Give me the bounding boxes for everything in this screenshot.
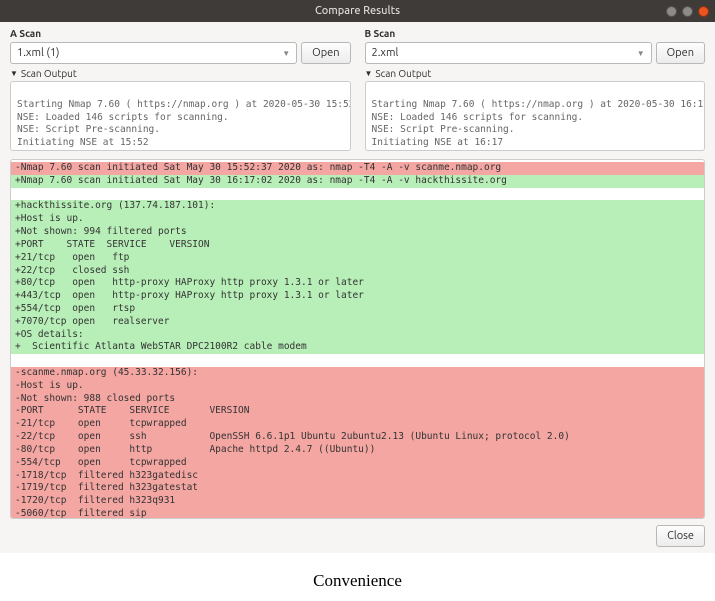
- b-scan-open-button[interactable]: Open: [656, 42, 705, 64]
- diff-line: +443/tcp open http-proxy HAProxy http pr…: [11, 290, 704, 303]
- a-scan-file-value: 1.xml (1): [17, 47, 60, 59]
- diff-line: -80/tcp open http Apache httpd 2.4.7 ((U…: [11, 444, 704, 457]
- diff-line: -scanme.nmap.org (45.33.32.156):: [11, 367, 704, 380]
- diff-line: +OS details:: [11, 329, 704, 342]
- a-scan-file-select[interactable]: 1.xml (1) ▼: [10, 42, 297, 64]
- diff-line: -Host is up.: [11, 380, 704, 393]
- chevron-down-icon: ▼: [282, 49, 290, 58]
- maximize-icon[interactable]: [682, 6, 693, 17]
- diff-line: -1720/tcp filtered h323q931: [11, 495, 704, 508]
- b-scan-file-select[interactable]: 2.xml ▼: [365, 42, 652, 64]
- diff-line: +Not shown: 994 filtered ports: [11, 226, 704, 239]
- diff-line: +554/tcp open rtsp: [11, 303, 704, 316]
- diff-line: +Nmap 7.60 scan initiated Sat May 30 16:…: [11, 175, 704, 188]
- a-scan-label: A Scan: [10, 28, 351, 39]
- diff-line: -22/tcp open ssh OpenSSH 6.6.1p1 Ubuntu …: [11, 431, 704, 444]
- a-scan-output-disclosure[interactable]: ▼ Scan Output: [10, 68, 351, 79]
- diff-line: -Not shown: 988 closed ports: [11, 393, 704, 406]
- b-scan-file-value: 2.xml: [372, 47, 399, 59]
- window-title: Compare Results: [315, 5, 400, 17]
- diff-line: -PORT STATE SERVICE VERSION: [11, 405, 704, 418]
- b-scan-panel: B Scan 2.xml ▼ Open ▼ Scan Output Starti…: [365, 28, 706, 151]
- close-icon[interactable]: [698, 6, 709, 17]
- window-titlebar: Compare Results: [0, 0, 715, 22]
- triangle-down-icon: ▼: [365, 69, 373, 78]
- diff-line: +80/tcp open http-proxy HAProxy http pro…: [11, 277, 704, 290]
- diff-line: +PORT STATE SERVICE VERSION: [11, 239, 704, 252]
- figure-caption-wrap: Convenience: [0, 553, 715, 601]
- diff-line: + Scientific Atlanta WebSTAR DPC2100R2 c…: [11, 341, 704, 354]
- diff-line: +7070/tcp open realserver: [11, 316, 704, 329]
- b-scan-label: B Scan: [365, 28, 706, 39]
- diff-line: +21/tcp open ftp: [11, 252, 704, 265]
- window-controls: [666, 6, 709, 17]
- diff-output[interactable]: -Nmap 7.60 scan initiated Sat May 30 15:…: [10, 159, 705, 519]
- diff-line: -1719/tcp filtered h323gatestat: [11, 482, 704, 495]
- diff-line: +Host is up.: [11, 213, 704, 226]
- content-area: A Scan 1.xml (1) ▼ Open ▼ Scan Output St…: [0, 22, 715, 553]
- diff-line: [11, 354, 704, 367]
- diff-line: [11, 188, 704, 201]
- minimize-icon[interactable]: [666, 6, 677, 17]
- diff-line: -1718/tcp filtered h323gatedisc: [11, 470, 704, 483]
- a-scan-output-label: Scan Output: [21, 68, 77, 79]
- diff-line: -554/tcp open tcpwrapped: [11, 457, 704, 470]
- b-scan-output-box[interactable]: Starting Nmap 7.60 ( https://nmap.org ) …: [365, 81, 706, 151]
- b-scan-output-disclosure[interactable]: ▼ Scan Output: [365, 68, 706, 79]
- diff-line: -5060/tcp filtered sip: [11, 508, 704, 519]
- diff-line: +22/tcp closed ssh: [11, 265, 704, 278]
- close-button[interactable]: Close: [656, 525, 705, 547]
- figure-caption: Convenience: [313, 571, 402, 590]
- diff-line: +hackthissite.org (137.74.187.101):: [11, 200, 704, 213]
- b-scan-output-label: Scan Output: [375, 68, 431, 79]
- diff-line: -Nmap 7.60 scan initiated Sat May 30 15:…: [11, 162, 704, 175]
- a-scan-open-button[interactable]: Open: [301, 42, 350, 64]
- a-scan-panel: A Scan 1.xml (1) ▼ Open ▼ Scan Output St…: [10, 28, 351, 151]
- chevron-down-icon: ▼: [637, 49, 645, 58]
- diff-line: -21/tcp open tcpwrapped: [11, 418, 704, 431]
- triangle-down-icon: ▼: [10, 69, 18, 78]
- a-scan-output-box[interactable]: Starting Nmap 7.60 ( https://nmap.org ) …: [10, 81, 351, 151]
